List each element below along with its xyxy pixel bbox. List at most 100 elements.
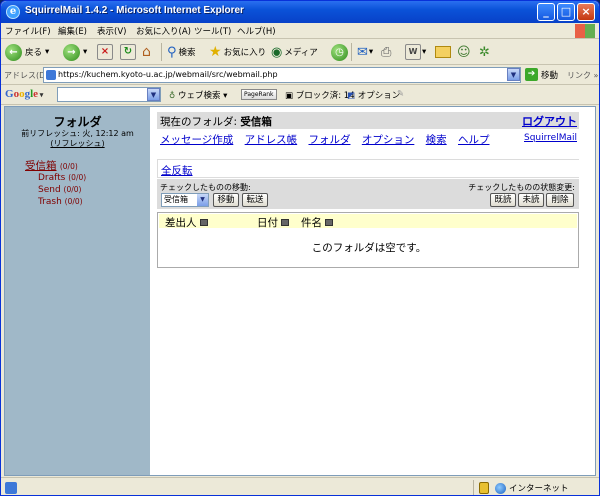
forward-button[interactable]: → ▾	[63, 42, 87, 62]
google-search-input[interactable]	[57, 87, 161, 102]
google-toolbar: Google ▾ ▼ ♁ ウェブ検索 ▾ PageRank ▣ ブロック済: 1…	[1, 85, 599, 105]
menu-file[interactable]: ファイル(F)	[5, 25, 51, 37]
folder-count: (0/0)	[68, 173, 87, 182]
mark-unread-button[interactable]: 未読	[518, 193, 544, 207]
blocked-count: ブロック済: 14	[295, 91, 355, 101]
toggle-all-link[interactable]: 全反転	[161, 163, 193, 178]
folder-button[interactable]	[435, 42, 451, 62]
web-search-label: ウェブ検索	[177, 91, 221, 101]
security-zone[interactable]: インターネット	[495, 482, 569, 494]
empty-folder-message: このフォルダは空です。	[311, 242, 427, 254]
options-link[interactable]: オプション	[362, 134, 415, 146]
squirrelmail-link[interactable]: SquirrelMail	[524, 133, 577, 143]
toolbar-divider	[351, 43, 352, 61]
statusbar-divider	[473, 480, 474, 495]
zone-label: インターネット	[509, 484, 569, 494]
refresh-link[interactable]: (リフレッシュ)	[5, 138, 150, 149]
compose-link[interactable]: メッセージ作成	[160, 134, 233, 146]
help-link[interactable]: ヘルプ	[458, 134, 490, 146]
column-subject-label: 件名	[301, 217, 322, 229]
favorites-label: お気に入り	[223, 48, 267, 58]
highlighter-icon[interactable]: ✎	[397, 89, 404, 99]
title-bar: e SquirrelMail 1.4.2 - Microsoft Interne…	[1, 1, 599, 23]
folder-name: Drafts	[38, 173, 66, 183]
search-label: 検索	[178, 48, 196, 58]
delete-button[interactable]: 削除	[546, 193, 574, 207]
back-label: 戻る	[25, 48, 43, 58]
pagerank-indicator[interactable]: PageRank	[241, 89, 277, 100]
media-button[interactable]: ◉ メディア	[271, 42, 318, 62]
edit-button[interactable]: W ▾	[405, 42, 426, 62]
pagerank-label: PageRank	[241, 89, 277, 100]
sort-icon[interactable]	[199, 219, 208, 226]
stop-button[interactable]: ×	[97, 42, 113, 62]
message-list-pane: 現在のフォルダ: 受信箱 ログアウト メッセージ作成 アドレス帳 フォルダ オプ…	[157, 112, 579, 472]
go-label: 移動	[541, 70, 559, 81]
folder-count: (0/0)	[63, 185, 82, 194]
menu-edit[interactable]: 編集(E)	[58, 25, 87, 37]
print-icon: ⎙	[381, 44, 392, 60]
logout-link[interactable]: ログアウト	[522, 113, 577, 129]
column-from-label: 差出人	[165, 217, 197, 229]
menu-tools[interactable]: ツール(T)	[194, 25, 231, 37]
mark-read-button[interactable]: 既読	[490, 193, 516, 207]
url-input[interactable]: https://kuchem.kyoto-u.ac.jp/webmail/src…	[43, 67, 521, 83]
folder-trash[interactable]: Trash (0/0)	[38, 197, 83, 207]
move-button[interactable]: 移動	[213, 193, 239, 207]
mail-button[interactable]: ✉ ▾	[357, 42, 373, 62]
back-button[interactable]: ← 戻る ▾	[5, 42, 49, 62]
folder-inbox[interactable]: 受信箱 (0/0)	[25, 158, 78, 173]
search-button[interactable]: ⚲ 検索	[167, 42, 196, 62]
folder-pane: フォルダ 前リフレッシュ: 火, 12:12 am (リフレッシュ) 受信箱 (…	[5, 107, 150, 475]
sort-icon[interactable]	[325, 219, 333, 226]
favorites-button[interactable]: ★ お気に入り	[209, 42, 266, 62]
history-icon: ◷	[331, 43, 348, 61]
home-button[interactable]: ⌂	[142, 42, 151, 62]
messenger-button[interactable]: ☺	[457, 42, 471, 62]
google-options-button[interactable]: ◩ オプション	[347, 89, 400, 101]
menu-help[interactable]: ヘルプ(H)	[237, 25, 276, 37]
current-folder-bar: 現在のフォルダ: 受信箱 ログアウト	[157, 112, 579, 129]
menu-favorites[interactable]: お気に入り(A)	[136, 25, 191, 37]
close-button[interactable]: ×	[577, 3, 595, 21]
folder-drafts[interactable]: Drafts (0/0)	[38, 173, 86, 183]
column-from[interactable]: 差出人	[165, 215, 208, 230]
sort-icon[interactable]	[281, 219, 289, 226]
folders-link[interactable]: フォルダ	[308, 134, 350, 146]
maximize-button[interactable]: □	[557, 3, 575, 21]
chevron-down-icon: ▾	[45, 47, 50, 57]
folder-icon	[435, 46, 451, 58]
binoculars-icon: ♁	[169, 91, 176, 101]
messenger-icon: ☺	[457, 44, 471, 60]
message-actions-bar: チェックしたものの移動: チェックしたものの状態変更: 受信箱 ▼ 移動 転送 …	[157, 179, 579, 209]
go-button[interactable]: ➔ 移動	[525, 68, 558, 81]
addressbook-link[interactable]: アドレス帳	[245, 134, 298, 146]
google-search-dropdown[interactable]: ▼	[147, 88, 160, 101]
chevron-down-icon: ▼	[197, 194, 208, 206]
go-arrow-icon: ➔	[525, 68, 538, 81]
refresh-button[interactable]: ↻	[120, 42, 136, 62]
ie-icon: e	[6, 5, 20, 19]
forward-button-msg[interactable]: 転送	[242, 193, 268, 207]
folder-name: Send	[38, 185, 61, 195]
history-button[interactable]: ◷	[331, 42, 351, 62]
column-date[interactable]: 日付	[257, 215, 289, 230]
move-target-select[interactable]: 受信箱 ▼	[161, 193, 209, 207]
edit-icon: W	[405, 44, 421, 60]
google-logo[interactable]: Google ▾	[5, 88, 43, 100]
search-link[interactable]: 検索	[426, 134, 447, 146]
column-subject[interactable]: 件名	[301, 215, 333, 230]
browser-window: e SquirrelMail 1.4.2 - Microsoft Interne…	[0, 0, 600, 496]
links-toolbar[interactable]: リンク »	[567, 70, 598, 81]
minimize-button[interactable]: _	[537, 3, 555, 21]
address-label: アドレス(D)	[4, 71, 49, 80]
web-search-button[interactable]: ♁ ウェブ検索 ▾	[169, 89, 227, 101]
url-text: https://kuchem.kyoto-u.ac.jp/webmail/src…	[58, 70, 278, 79]
menu-view[interactable]: 表示(V)	[97, 25, 126, 37]
folder-send[interactable]: Send (0/0)	[38, 185, 81, 195]
lock-icon[interactable]	[479, 482, 489, 494]
address-dropdown-button[interactable]: ▼	[507, 68, 520, 81]
research-button[interactable]: ✲	[479, 42, 490, 62]
print-button[interactable]: ⎙	[381, 42, 391, 62]
popup-blocker-button[interactable]: ▣ ブロック済: 14	[285, 89, 355, 101]
